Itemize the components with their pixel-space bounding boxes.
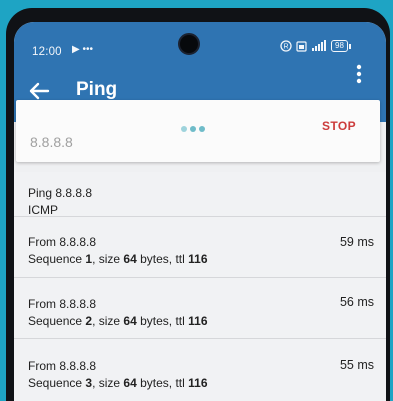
status-icons: R 98 <box>280 40 351 52</box>
result-source: From 8.8.8.8 <box>28 297 97 311</box>
svg-text:R: R <box>283 44 288 51</box>
front-camera <box>178 33 200 55</box>
result-details: Sequence 1, size 64 bytes, ttl 116 <box>28 252 208 266</box>
page-title: Ping <box>76 79 118 100</box>
more-vertical-icon[interactable] <box>356 64 362 84</box>
sim-icon <box>296 40 307 52</box>
status-time: 12:00 <box>32 46 62 58</box>
result-details: Sequence 3, size 64 bytes, ttl 116 <box>28 376 208 390</box>
list-item: From 8.8.8.8 Sequence 2, size 64 bytes, … <box>14 278 386 339</box>
ping-protocol: ICMP <box>28 203 58 217</box>
result-time: 59 ms <box>339 235 374 249</box>
progress-dot <box>199 126 205 132</box>
alarm-icon: R <box>280 40 292 52</box>
phone-screen: 12:00 ▶ ••• R 98 Ping 8.8.8.8 STOP Ping … <box>14 22 386 401</box>
status-notification-icons: ▶ ••• <box>72 44 93 55</box>
progress-indicator <box>181 126 205 132</box>
result-source: From 8.8.8.8 <box>28 235 97 249</box>
result-source: From 8.8.8.8 <box>28 359 97 373</box>
result-time: 56 ms <box>339 295 374 309</box>
progress-dot <box>190 126 196 132</box>
progress-dot <box>181 126 187 132</box>
signal-icon <box>312 40 326 51</box>
status-bar: 12:00 ▶ ••• R 98 <box>14 22 386 66</box>
back-arrow-icon[interactable] <box>28 82 50 100</box>
list-item: From 8.8.8.8 Sequence 1, size 64 bytes, … <box>14 217 386 278</box>
battery-icon: 98 <box>331 40 351 52</box>
ping-summary-item: Ping 8.8.8.8 ICMP <box>14 172 386 217</box>
battery-level: 98 <box>331 40 348 52</box>
result-time: 55 ms <box>339 358 374 372</box>
list-item: From 8.8.8.8 Sequence 3, size 64 bytes, … <box>14 339 386 401</box>
host-input-card: STOP <box>16 100 380 162</box>
stop-button[interactable]: STOP <box>322 119 356 133</box>
ping-target: Ping 8.8.8.8 <box>28 186 93 200</box>
result-details: Sequence 2, size 64 bytes, ttl 116 <box>28 314 208 328</box>
host-input[interactable] <box>30 134 150 150</box>
